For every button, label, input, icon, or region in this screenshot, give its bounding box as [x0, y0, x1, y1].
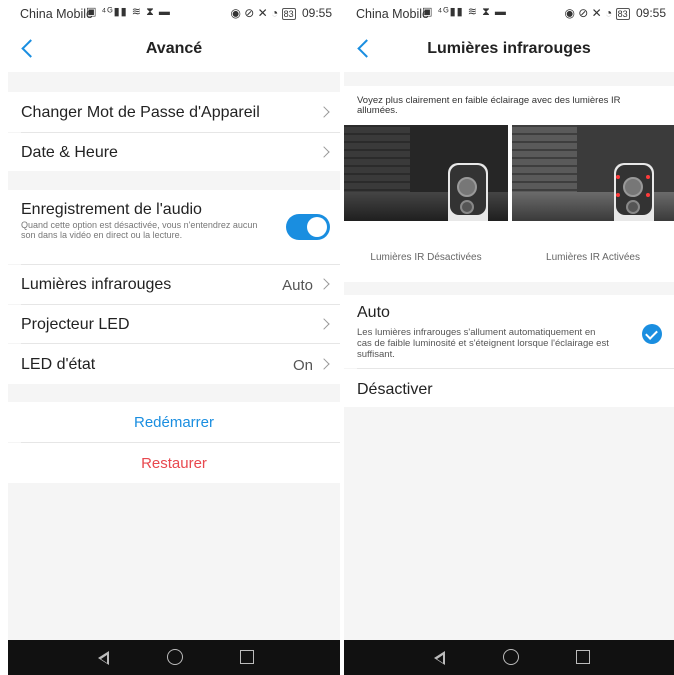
infrared-lights-value: Auto [282, 277, 313, 294]
system-icons: ◉ ⊘ ✕ ◔ [230, 6, 282, 20]
led-projector-label: Projecteur LED [21, 316, 130, 333]
status-bar: China Mobile ▣ ⁴ᴳ▮▮ ≋ ⧗ ▬ ◉ ⊘ ✕ ◔ 83 09:… [8, 0, 340, 26]
intro-text: Voyez plus clairement en faible éclairag… [357, 95, 621, 116]
status-right: ◉ ⊘ ✕ ◔ 83 09:55 [564, 6, 666, 20]
audio-recording-item: Enregistrement de l'audio Quand cette op… [8, 190, 340, 264]
camera-lens [623, 177, 643, 197]
nav-home-icon[interactable] [490, 640, 530, 675]
page-title: Lumières infrarouges [427, 40, 591, 57]
chevron-right-icon [318, 278, 330, 290]
ir-led-dot [616, 175, 620, 179]
nav-recent-icon[interactable] [563, 640, 603, 675]
page-title: Avancé [145, 40, 203, 57]
infrared-lights-item[interactable]: Lumières infrarouges Auto [8, 265, 340, 304]
chevron-right-icon [318, 318, 330, 330]
infrared-lights-screen: China Mobile ▣ ⁴ᴳ▮▮ ≋ ⧗ ▬ ◉ ⊘ ✕ ◔ 83 09:… [344, 0, 674, 675]
nav-back-icon[interactable] [418, 640, 458, 675]
option-disable[interactable]: Désactiver [344, 369, 674, 407]
camera-sensor [626, 200, 640, 214]
android-nav-bar [344, 640, 674, 675]
ir-on-preview-image [512, 125, 674, 221]
option-disable-label: Désactiver [357, 381, 433, 398]
battery-icon: 83 [615, 8, 630, 20]
led-projector-item[interactable]: Projecteur LED [8, 305, 340, 343]
checkmark-icon[interactable] [642, 324, 662, 344]
carrier-label: China Mobile [356, 7, 429, 21]
audio-recording-description: Quand cette option est désactivée, vous … [21, 220, 258, 240]
ir-off-preview-image [344, 125, 508, 221]
status-right: ◉ ⊘ ✕ ◔ 83 09:55 [230, 6, 332, 20]
infrared-lights-label: Lumières infrarouges [21, 276, 172, 293]
nav-home-icon[interactable] [154, 640, 194, 675]
restore-button[interactable]: Restaurer [8, 443, 340, 483]
signal-icons: ▣ ⁴ᴳ▮▮ ≋ ⧗ ▬ [422, 6, 507, 18]
reboot-label: Redémarrer [133, 414, 215, 431]
audio-recording-toggle[interactable] [286, 214, 330, 240]
status-bar: China Mobile ▣ ⁴ᴳ▮▮ ≋ ⧗ ▬ ◉ ⊘ ✕ ◔ 83 09:… [344, 0, 674, 26]
camera-sensor [460, 200, 474, 214]
android-nav-bar [8, 640, 340, 675]
camera-lens [457, 177, 477, 197]
nav-back-icon[interactable] [82, 640, 122, 675]
chevron-right-icon [318, 358, 330, 370]
change-password-label: Changer Mot de Passe d'Appareil [21, 104, 260, 121]
clock: 09:55 [635, 6, 666, 20]
ir-led-dot [646, 193, 650, 197]
status-led-item[interactable]: LED d'état On [8, 344, 340, 384]
ir-led-dot [646, 175, 650, 179]
status-led-value: On [292, 357, 313, 374]
carrier-label: China Mobile [20, 7, 93, 21]
date-time-label: Date & Heure [21, 144, 118, 161]
ir-led-dot [616, 193, 620, 197]
option-auto-description: Les lumières infrarouges s'allument auto… [357, 327, 609, 360]
option-auto[interactable]: Auto Les lumières infrarouges s'allument… [344, 295, 674, 368]
battery-icon: 83 [281, 8, 296, 20]
nav-recent-icon[interactable] [227, 640, 267, 675]
option-auto-label: Auto [357, 304, 390, 321]
date-time-item[interactable]: Date & Heure [8, 133, 340, 171]
nav-header: Avancé [8, 26, 340, 72]
change-password-item[interactable]: Changer Mot de Passe d'Appareil [8, 92, 340, 132]
clock: 09:55 [301, 6, 332, 20]
ir-off-caption: Lumières IR Désactivées [370, 252, 482, 263]
reboot-button[interactable]: Redémarrer [8, 402, 340, 442]
advanced-settings-screen: China Mobile ▣ ⁴ᴳ▮▮ ≋ ⧗ ▬ ◉ ⊘ ✕ ◔ 83 09:… [8, 0, 340, 675]
system-icons: ◉ ⊘ ✕ ◔ [564, 6, 616, 20]
toggle-knob [307, 217, 327, 237]
signal-icons: ▣ ⁴ᴳ▮▮ ≋ ⧗ ▬ [86, 6, 171, 18]
status-led-label: LED d'état [21, 356, 96, 373]
restore-label: Restaurer [141, 455, 207, 472]
chevron-right-icon [318, 146, 330, 158]
audio-recording-label: Enregistrement de l'audio [21, 201, 202, 218]
ir-on-caption: Lumières IR Activées [546, 252, 640, 263]
nav-header: Lumières infrarouges [344, 26, 674, 72]
chevron-right-icon [318, 106, 330, 118]
